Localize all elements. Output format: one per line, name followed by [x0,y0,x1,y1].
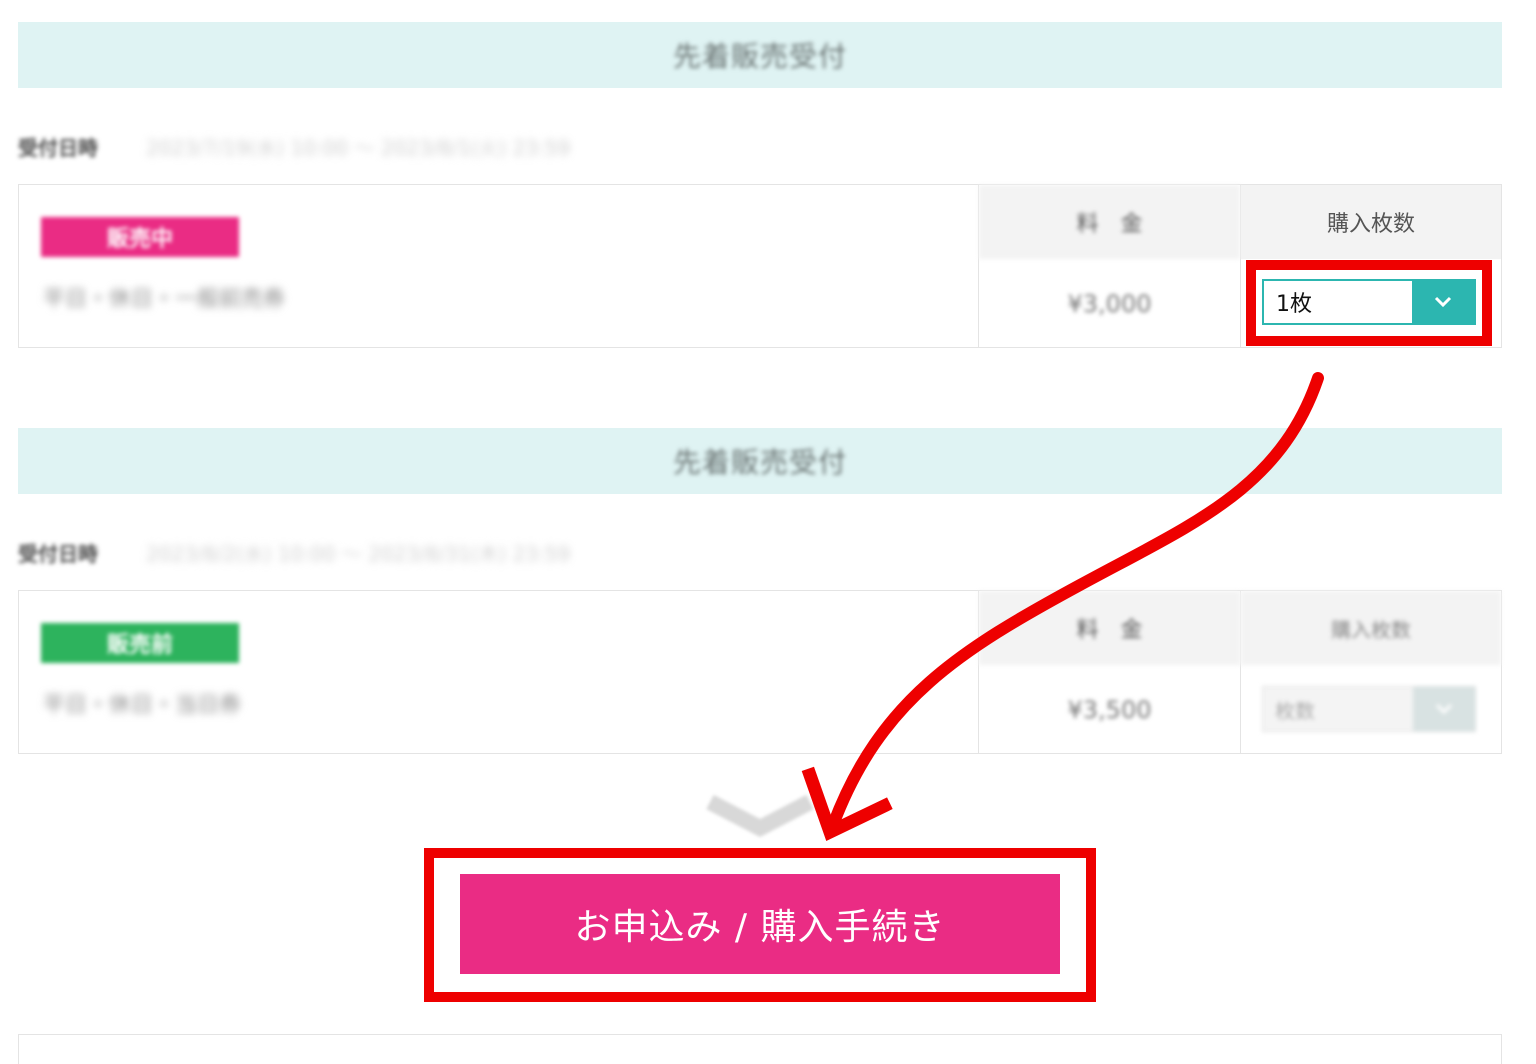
apply-purchase-button[interactable]: お申込み / 購入手続き [460,874,1060,974]
next-section-edge [18,1034,1502,1064]
